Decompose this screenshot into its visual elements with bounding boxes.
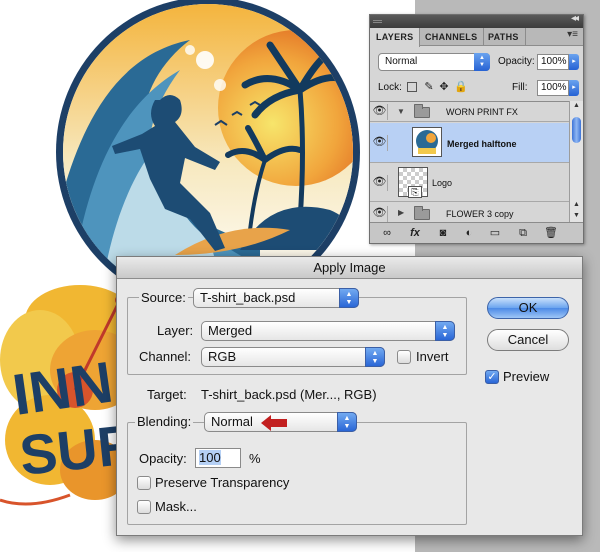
lock-label: Lock: <box>378 82 402 93</box>
select-arrows-icon: ▲ ▼ <box>365 347 385 367</box>
new-layer-icon[interactable]: ⧉ <box>516 226 530 240</box>
preserve-transparency-label: Preserve Transparency <box>155 475 290 490</box>
target-label: Target: <box>147 387 187 402</box>
layer-row-worn-print-fx[interactable]: 👁 ▼ WORN PRINT FX <box>370 102 570 122</box>
fill-dropdown-icon[interactable]: ▸ <box>569 80 579 96</box>
lock-all-icon[interactable]: 🔒 <box>454 81 468 93</box>
blending-label: Blending: <box>135 414 194 429</box>
target-value: T-shirt_back.psd (Mer..., RGB) <box>201 387 377 402</box>
layer-value: Merged <box>208 323 253 338</box>
layer-row-merged-halftone[interactable]: 👁 Merged halftone <box>370 123 570 163</box>
layer-name: FLOWER 3 copy <box>446 209 514 219</box>
preview-checkbox[interactable]: ✓ <box>485 370 499 384</box>
eye-icon[interactable]: 👁 <box>372 104 388 120</box>
tab-layers[interactable]: LAYERS <box>370 28 421 47</box>
opacity-input[interactable]: 100 <box>195 448 241 468</box>
ok-button[interactable]: OK <box>487 297 569 319</box>
panel-titlebar[interactable]: ◂◂ <box>370 13 583 28</box>
collapse-icon[interactable]: ◂◂ <box>571 13 579 24</box>
select-arrows-icon: ▲ ▼ <box>339 288 359 308</box>
opacity-dropdown-icon[interactable]: ▸ <box>569 54 579 70</box>
trash-icon[interactable]: 🗑 <box>544 226 558 240</box>
scroll-down-icon[interactable]: ▼ <box>570 212 583 222</box>
layer-label: Layer: <box>157 323 194 338</box>
preview-label: Preview <box>503 369 550 384</box>
mask-label: Mask... <box>155 499 197 514</box>
fill-label: Fill: <box>512 82 528 93</box>
lock-transparency-icon[interactable] <box>407 82 417 92</box>
red-arrow-icon <box>261 415 287 431</box>
eye-icon[interactable]: 👁 <box>372 206 388 222</box>
layer-row-logo[interactable]: 👁 ⎘ Logo <box>370 164 570 202</box>
dialog-title[interactable]: Apply Image <box>117 257 582 279</box>
eye-icon[interactable]: 👁 <box>372 175 388 191</box>
layer-row-flower-3-copy[interactable]: 👁 ▶ FLOWER 3 copy <box>370 203 570 224</box>
source-select[interactable]: T-shirt_back.psd ▲ ▼ <box>193 288 359 308</box>
preserve-transparency-checkbox[interactable] <box>137 476 151 490</box>
opacity-unit: % <box>249 451 261 466</box>
fx-icon[interactable]: fx <box>408 226 422 240</box>
eye-icon[interactable]: 👁 <box>372 135 388 151</box>
channel-select[interactable]: RGB ▲ ▼ <box>201 347 385 367</box>
layers-scrollbar[interactable]: ▲ ▲ ▼ <box>569 101 583 223</box>
scroll-up-icon[interactable]: ▲ <box>570 201 583 211</box>
expand-triangle-icon[interactable]: ▼ <box>397 107 405 116</box>
source-value: T-shirt_back.psd <box>200 290 296 305</box>
opacity-label: Opacity: <box>139 451 187 466</box>
opacity-value: 100 <box>199 450 221 465</box>
layer-name: WORN PRINT FX <box>446 107 518 117</box>
layer-name: Logo <box>432 178 453 188</box>
lock-move-icon[interactable]: ✥ <box>438 81 450 93</box>
mask-checkbox[interactable] <box>137 500 151 514</box>
panel-menu-icon[interactable]: ▾≡ <box>567 29 578 40</box>
collapse-triangle-icon[interactable]: ▶ <box>398 208 404 217</box>
select-arrows-icon: ▲ ▼ <box>474 53 490 71</box>
smart-object-icon: ⎘ <box>408 186 422 198</box>
lock-row: Lock: ✎ ✥ 🔒 Fill: 100% ▸ <box>378 79 579 97</box>
adjustment-layer-icon[interactable]: ◐ <box>462 226 476 240</box>
channel-value: RGB <box>208 349 237 364</box>
cancel-button[interactable]: Cancel <box>487 329 569 351</box>
invert-checkbox[interactable] <box>397 350 411 364</box>
scroll-up-icon[interactable]: ▲ <box>570 102 583 112</box>
layers-panel: ◂◂ LAYERS CHANNELS PATHS ▾≡ Normal ▲ ▼ Op… <box>369 13 584 244</box>
layer-select[interactable]: Merged ▲ ▼ <box>201 321 455 341</box>
panel-tabs: LAYERS CHANNELS PATHS ▾≡ <box>370 28 583 47</box>
blend-row: Normal ▲ ▼ Opacity: 100% ▸ <box>378 53 579 73</box>
opacity-input[interactable]: 100% <box>537 54 569 70</box>
opacity-label: Opacity: <box>498 56 535 67</box>
select-arrows-icon: ▲ ▼ <box>337 412 357 432</box>
link-layers-icon[interactable]: ∞ <box>380 226 394 240</box>
lock-brush-icon[interactable]: ✎ <box>423 81 435 93</box>
blend-mode-value: Normal <box>385 56 418 67</box>
channel-label: Channel: <box>139 349 192 364</box>
tab-channels[interactable]: CHANNELS <box>419 28 485 46</box>
select-arrows-icon: ▲ ▼ <box>435 321 455 341</box>
grip-icon <box>373 20 382 23</box>
blending-value: Normal <box>211 414 253 429</box>
layer-thumbnail <box>412 127 442 157</box>
layer-name: Merged halftone <box>447 139 517 149</box>
add-mask-icon[interactable]: ◙ <box>436 226 450 240</box>
tab-paths[interactable]: PATHS <box>482 28 526 46</box>
layer-list: 👁 ▼ WORN PRINT FX 👁 Merged halftone 👁 ⎘ … <box>370 101 570 224</box>
source-label: Source: <box>139 290 188 305</box>
folder-icon <box>414 104 430 118</box>
apply-image-dialog: Apply Image Source: T-shirt_back.psd ▲ ▼ … <box>116 256 583 536</box>
fill-input[interactable]: 100% <box>537 80 569 96</box>
folder-icon <box>414 206 430 220</box>
scroll-thumb[interactable] <box>572 117 581 143</box>
panel-bottom-toolbar: ∞ fx ◙ ◐ ▭ ⧉ 🗑 <box>370 222 583 243</box>
invert-label: Invert <box>416 349 449 364</box>
new-group-icon[interactable]: ▭ <box>488 226 502 240</box>
blend-mode-select[interactable]: Normal ▲ ▼ <box>378 53 490 71</box>
